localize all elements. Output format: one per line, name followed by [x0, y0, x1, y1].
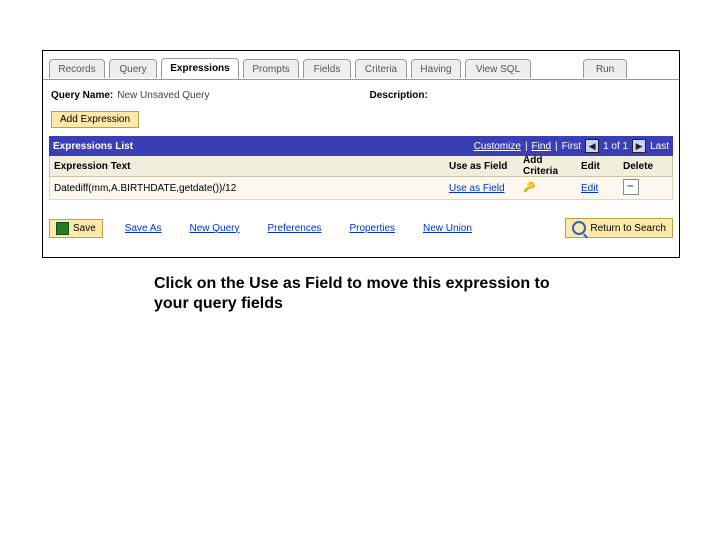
col-delete: Delete: [619, 161, 661, 172]
query-name-row: Query Name: New Unsaved Query Descriptio…: [51, 90, 671, 101]
add-criteria-icon[interactable]: 🔑: [523, 182, 535, 194]
customize-link[interactable]: Customize: [474, 141, 521, 152]
edit-link[interactable]: Edit: [581, 183, 598, 194]
tab-having[interactable]: Having: [411, 59, 461, 78]
tab-criteria[interactable]: Criteria: [355, 59, 407, 78]
expression-text-value: Datediff(mm,A.BIRTHDATE,getdate())/12: [50, 183, 445, 194]
tab-prompts[interactable]: Prompts: [243, 59, 299, 78]
col-use-as-field: Use as Field: [445, 161, 519, 172]
tab-bar: Records Query Expressions Prompts Fields…: [43, 57, 679, 80]
query-manager-panel: Records Query Expressions Prompts Fields…: [42, 50, 680, 258]
last-label: Last: [650, 141, 669, 152]
tab-view-sql[interactable]: View SQL: [465, 59, 531, 78]
save-button[interactable]: Save: [49, 219, 103, 238]
query-name-value: New Unsaved Query: [117, 90, 209, 101]
properties-link[interactable]: Properties: [349, 223, 395, 234]
tab-fields[interactable]: Fields: [303, 59, 351, 78]
return-to-search-button[interactable]: Return to Search: [565, 218, 673, 238]
col-edit: Edit: [577, 161, 619, 172]
list-separator: |: [525, 141, 528, 152]
list-separator: |: [555, 141, 558, 152]
new-union-link[interactable]: New Union: [423, 223, 472, 234]
expression-row: Datediff(mm,A.BIRTHDATE,getdate())/12 Us…: [49, 177, 673, 200]
save-label: Save: [73, 223, 96, 234]
query-name-label: Query Name:: [51, 90, 113, 101]
search-icon: [572, 221, 586, 235]
instruction-caption: Click on the Use as Field to move this e…: [154, 274, 554, 314]
column-header-row: Expression Text Use as Field Add Criteri…: [49, 156, 673, 177]
find-link[interactable]: Find: [532, 141, 551, 152]
action-bar: Save Save As New Query Preferences Prope…: [49, 218, 673, 238]
new-query-link[interactable]: New Query: [190, 223, 240, 234]
expressions-list-title: Expressions List: [53, 141, 133, 152]
return-label: Return to Search: [590, 223, 666, 234]
tab-expressions[interactable]: Expressions: [161, 58, 239, 79]
first-label: First: [562, 141, 581, 152]
col-expression-text: Expression Text: [50, 161, 445, 172]
delete-icon[interactable]: [623, 179, 639, 195]
save-as-link[interactable]: Save As: [125, 223, 162, 234]
add-expression-button[interactable]: Add Expression: [51, 111, 139, 128]
use-as-field-link[interactable]: Use as Field: [449, 183, 505, 194]
preferences-link[interactable]: Preferences: [268, 223, 322, 234]
tab-run[interactable]: Run: [583, 59, 627, 78]
tab-records[interactable]: Records: [49, 59, 105, 78]
tab-query[interactable]: Query: [109, 59, 157, 78]
last-page-button[interactable]: ▶: [632, 139, 646, 153]
first-page-button[interactable]: ◀: [585, 139, 599, 153]
col-add-criteria: Add Criteria: [519, 155, 577, 177]
expressions-list-header: Expressions List Customize | Find | Firs…: [49, 136, 673, 156]
save-disk-icon: [56, 222, 69, 235]
description-label: Description:: [370, 90, 428, 101]
page-count: 1 of 1: [603, 141, 628, 152]
